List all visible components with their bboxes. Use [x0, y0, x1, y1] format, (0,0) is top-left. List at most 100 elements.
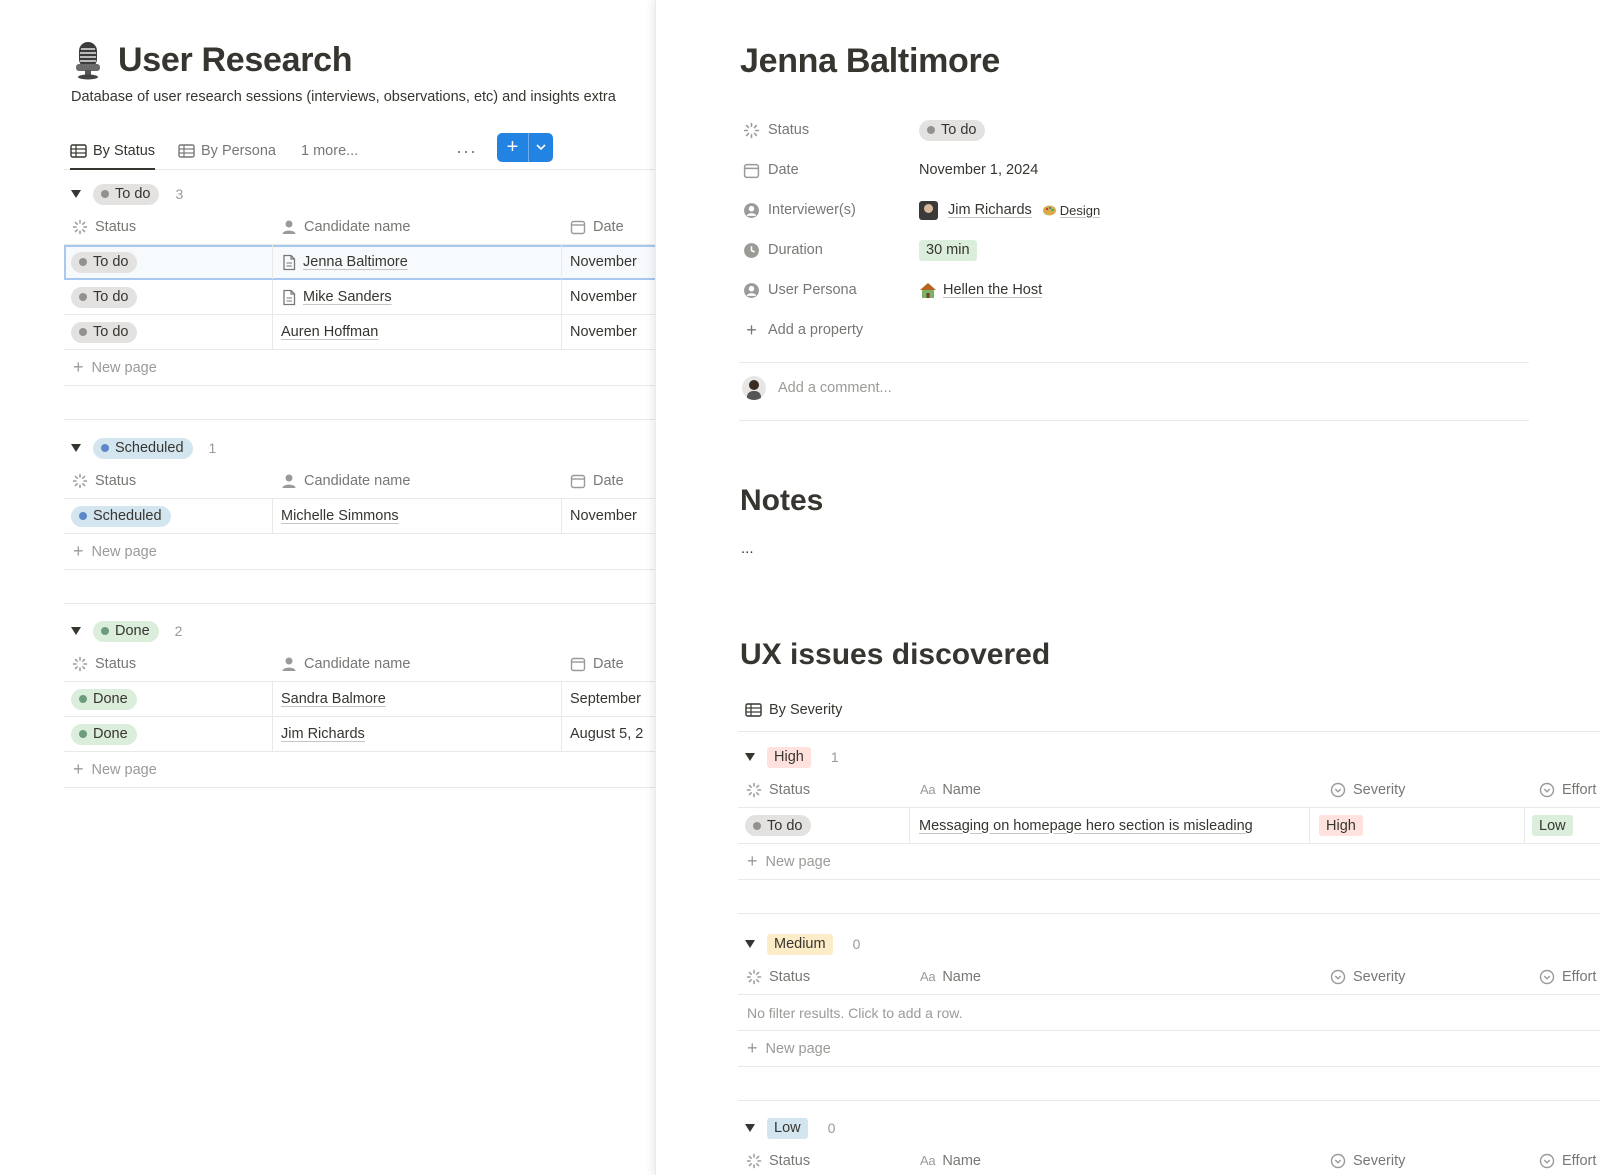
column-header-date[interactable]: Date: [570, 209, 624, 244]
table-row[interactable]: Scheduled Michelle Simmons November: [64, 499, 655, 534]
person-icon: [282, 657, 296, 671]
group-count: 0: [852, 936, 861, 952]
more-views-link[interactable]: 1 more...: [301, 133, 358, 169]
group-tag: Medium: [767, 933, 833, 955]
group-footer: [738, 880, 1600, 914]
table-row[interactable]: Done Sandra Balmore September: [64, 682, 655, 717]
property-duration[interactable]: Duration 30 min: [739, 230, 1529, 270]
page-icon: [283, 254, 296, 270]
new-page-button[interactable]: + New page: [738, 844, 1600, 880]
column-header-severity[interactable]: Severity: [1330, 959, 1405, 994]
notes-heading[interactable]: Notes: [740, 484, 823, 518]
date-cell: November: [570, 324, 637, 340]
issue-name[interactable]: Messaging on homepage hero section is mi…: [919, 818, 1253, 834]
column-header-name[interactable]: Aa Name: [920, 959, 981, 994]
group-header[interactable]: Done 2: [64, 616, 655, 646]
column-header-status[interactable]: Status: [746, 772, 810, 807]
column-header-candidate[interactable]: Candidate name: [281, 209, 410, 244]
collapse-toggle-icon[interactable]: [745, 940, 755, 948]
column-header-date[interactable]: Date: [570, 463, 624, 498]
chevron-down-icon[interactable]: [529, 133, 553, 162]
avatar: [919, 200, 938, 220]
group-header[interactable]: High 1: [738, 742, 1600, 772]
column-header-severity[interactable]: Severity: [1330, 1143, 1405, 1175]
avatar: [742, 376, 766, 400]
property-interviewers[interactable]: Interviewer(s) Jim Richards Design: [739, 190, 1529, 230]
empty-state[interactable]: No filter results. Click to add a row.: [738, 995, 1600, 1031]
new-button[interactable]: +: [497, 133, 553, 162]
table-row[interactable]: To do Messaging on homepage hero section…: [738, 808, 1600, 844]
collapse-toggle-icon[interactable]: [71, 444, 81, 452]
house-icon: [920, 282, 936, 298]
group-header[interactable]: Scheduled 1: [64, 433, 655, 463]
status-tag: To do: [71, 321, 138, 343]
collapse-toggle-icon[interactable]: [71, 190, 81, 198]
column-header-status[interactable]: Status: [746, 959, 810, 994]
property-status[interactable]: Status To do: [739, 110, 1529, 150]
table-row[interactable]: To do Auren Hoffman November: [64, 315, 655, 350]
column-header-status[interactable]: Status: [72, 209, 136, 244]
select-icon: [1539, 969, 1555, 984]
date-cell: November: [570, 254, 637, 270]
column-header-effort[interactable]: Effort: [1539, 1143, 1596, 1175]
group-count: 1: [830, 749, 839, 765]
status-icon: [746, 969, 762, 984]
candidate-name[interactable]: Mike Sanders: [303, 289, 392, 305]
page-description: Database of user research sessions (inte…: [71, 89, 616, 105]
table-row[interactable]: To do Mike Sanders November: [64, 280, 655, 315]
calendar-icon: [743, 163, 760, 178]
group-header[interactable]: Medium 0: [738, 929, 1600, 959]
tab-by-persona[interactable]: By Persona: [178, 133, 276, 169]
table-header: Status Aa Name Severity Effort: [738, 772, 1600, 808]
column-header-candidate[interactable]: Candidate name: [281, 463, 410, 498]
tab-by-status[interactable]: By Status: [70, 133, 156, 170]
new-page-button[interactable]: + New page: [64, 350, 655, 386]
new-page-button[interactable]: + New page: [64, 534, 655, 570]
tab-by-severity[interactable]: By Severity: [745, 695, 842, 725]
candidate-name[interactable]: Jenna Baltimore: [303, 254, 408, 270]
peek-page-title[interactable]: Jenna Baltimore: [740, 42, 1000, 81]
property-date[interactable]: Date November 1, 2024: [739, 150, 1529, 190]
group-header[interactable]: To do 3: [64, 179, 655, 209]
column-header-name[interactable]: Aa Name: [920, 772, 981, 807]
date-value[interactable]: November 1, 2024: [919, 162, 1038, 178]
team-link[interactable]: Design: [1042, 203, 1100, 218]
column-header-severity[interactable]: Severity: [1330, 772, 1405, 807]
collapse-toggle-icon[interactable]: [745, 1124, 755, 1132]
date-cell: August 5, 2: [570, 726, 644, 742]
date-cell: November: [570, 289, 637, 305]
table-row[interactable]: To do Jenna Baltimore November: [64, 245, 655, 280]
candidate-name[interactable]: Jim Richards: [281, 726, 365, 742]
column-header-status[interactable]: Status: [72, 646, 136, 681]
status-tag[interactable]: To do: [919, 119, 986, 141]
column-header-candidate[interactable]: Candidate name: [281, 646, 410, 681]
candidate-name[interactable]: Auren Hoffman: [281, 324, 378, 340]
column-header-status[interactable]: Status: [746, 1143, 810, 1175]
persona-link[interactable]: Hellen the Host: [943, 282, 1042, 298]
group-header[interactable]: Low 0: [738, 1113, 1600, 1143]
more-options-icon[interactable]: ···: [456, 141, 477, 162]
notes-body[interactable]: ...: [741, 540, 754, 557]
plus-icon: +: [73, 357, 84, 377]
property-user-persona[interactable]: User Persona Hellen the Host: [739, 270, 1529, 310]
table-row[interactable]: Done Jim Richards August 5, 2: [64, 717, 655, 752]
new-page-button[interactable]: + New page: [64, 752, 655, 788]
column-header-name[interactable]: Aa Name: [920, 1143, 981, 1175]
column-header-status[interactable]: Status: [72, 463, 136, 498]
collapse-toggle-icon[interactable]: [71, 627, 81, 635]
collapse-toggle-icon[interactable]: [745, 753, 755, 761]
comment-input[interactable]: Add a comment...: [742, 373, 892, 403]
new-page-button[interactable]: + New page: [738, 1031, 1600, 1067]
clock-icon: [744, 242, 759, 258]
plus-icon[interactable]: +: [497, 133, 529, 162]
duration-tag[interactable]: 30 min: [919, 239, 977, 261]
add-property-button[interactable]: + Add a property: [739, 310, 1529, 350]
ux-issues-heading[interactable]: UX issues discovered: [740, 638, 1050, 672]
interviewer-link[interactable]: Jim Richards: [948, 202, 1032, 218]
candidate-name[interactable]: Sandra Balmore: [281, 691, 386, 707]
column-header-effort[interactable]: Effort: [1539, 959, 1596, 994]
column-header-effort[interactable]: Effort: [1539, 772, 1596, 807]
microphone-icon: [76, 42, 100, 80]
column-header-date[interactable]: Date: [570, 646, 624, 681]
candidate-name[interactable]: Michelle Simmons: [281, 508, 399, 524]
